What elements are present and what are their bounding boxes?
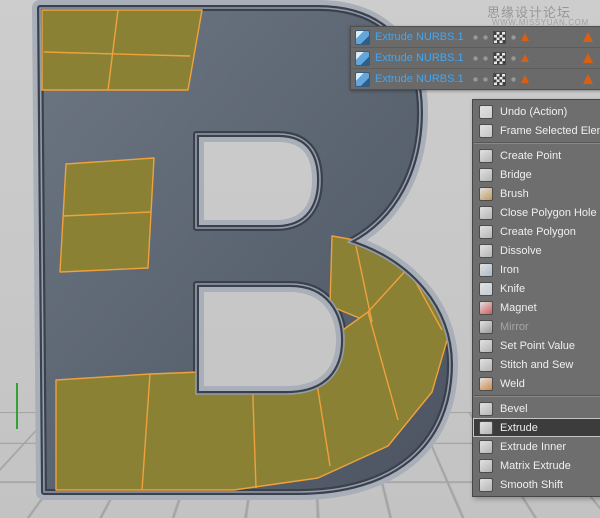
selection-tag-icon[interactable]	[521, 54, 529, 62]
menu-item-set-point-value[interactable]: Set Point Value	[473, 336, 600, 355]
menu-item-magnet[interactable]: Magnet	[473, 298, 600, 317]
extrude-nurbs-icon	[355, 30, 370, 45]
dissolve-icon	[479, 244, 493, 258]
undo-icon	[479, 105, 493, 119]
menu-item-knife[interactable]: Knife	[473, 279, 600, 298]
menu-item-label: Create Point	[500, 150, 561, 162]
close-polygon-hole-icon	[479, 206, 493, 220]
menu-item-label: Iron	[500, 264, 519, 276]
render-visibility-dot[interactable]	[483, 56, 488, 61]
weld-icon	[479, 377, 493, 391]
menu-item-label: Extrude	[500, 422, 538, 434]
menu-item-label: Set Point Value	[500, 340, 575, 352]
stitch-and-sew-icon	[479, 358, 493, 372]
menu-item-label: Mirror	[500, 321, 529, 333]
menu-item-label: Extrude Inner	[500, 441, 566, 453]
menu-item-smooth-shift[interactable]: Smooth Shift	[473, 475, 600, 494]
extrude-icon	[479, 421, 493, 435]
render-visibility-dot[interactable]	[483, 77, 488, 82]
set-point-value-icon	[479, 339, 493, 353]
menu-item-label: Knife	[500, 283, 525, 295]
menu-item-bridge[interactable]: Bridge	[473, 165, 600, 184]
render-visibility-dot[interactable]	[483, 35, 488, 40]
matrix-extrude-icon	[479, 459, 493, 473]
menu-item-weld[interactable]: Weld	[473, 374, 600, 393]
texture-tag-icon[interactable]	[493, 52, 506, 65]
menu-item-label: Bridge	[500, 169, 532, 181]
editor-visibility-dot[interactable]	[473, 35, 478, 40]
menu-item-label: Smooth Shift	[500, 479, 563, 491]
texture-tag-icon[interactable]	[493, 73, 506, 86]
menu-separator	[474, 142, 600, 144]
extrude-nurbs-icon	[355, 72, 370, 87]
object-label[interactable]: Extrude NURBS.1	[375, 73, 467, 85]
menu-item-label: Dissolve	[500, 245, 542, 257]
menu-item-stitch-and-sew[interactable]: Stitch and Sew	[473, 355, 600, 374]
menu-item-matrix-extrude[interactable]: Matrix Extrude	[473, 456, 600, 475]
menu-item-close-polygon-hole[interactable]: Close Polygon Hole	[473, 203, 600, 222]
extrude-inner-icon	[479, 440, 493, 454]
menu-item-label: Brush	[500, 188, 529, 200]
menu-item-label: Magnet	[500, 302, 537, 314]
smooth-shift-icon	[479, 478, 493, 492]
editor-visibility-dot[interactable]	[473, 77, 478, 82]
magnet-icon	[479, 301, 493, 315]
enable-dot[interactable]	[511, 77, 516, 82]
texture-tag-icon[interactable]	[493, 31, 506, 44]
bridge-icon	[479, 168, 493, 182]
iron-icon	[479, 263, 493, 277]
editor-visibility-dot[interactable]	[473, 56, 478, 61]
polygon-selection-tag-icon[interactable]	[583, 32, 593, 42]
menu-item-label: Weld	[500, 378, 525, 390]
object-label[interactable]: Extrude NURBS.1	[375, 52, 467, 64]
menu-item-frame-selected-elements[interactable]: Frame Selected Elements	[473, 121, 600, 140]
create-polygon-icon	[479, 225, 493, 239]
extrude-nurbs-icon	[355, 51, 370, 66]
menu-item-brush[interactable]: Brush	[473, 184, 600, 203]
menu-separator	[474, 395, 600, 397]
object-manager-row[interactable]: Extrude NURBS.1	[351, 27, 600, 48]
menu-item-label: Matrix Extrude	[500, 460, 571, 472]
enable-dot[interactable]	[511, 56, 516, 61]
menu-item-dissolve[interactable]: Dissolve	[473, 241, 600, 260]
brush-icon	[479, 187, 493, 201]
selection-tag-icon[interactable]	[521, 33, 529, 41]
menu-item-extrude[interactable]: Extrude	[473, 418, 600, 437]
context-menu: Undo (Action) Frame Selected Elements Crea…	[472, 99, 600, 497]
object-manager: Extrude NURBS.1 Extrude NURBS.1 Extrude NU…	[350, 26, 600, 90]
viewport: 思缘设计论坛 WWW.MISSYUAN.COM Extrude NURBS.1E…	[0, 0, 600, 518]
polygon-selection-tag-icon[interactable]	[583, 74, 593, 84]
object-manager-row[interactable]: Extrude NURBS.1	[351, 48, 600, 69]
create-point-icon	[479, 149, 493, 163]
object-manager-row[interactable]: Extrude NURBS.1	[351, 69, 600, 89]
menu-item-create-point[interactable]: Create Point	[473, 146, 600, 165]
menu-item-iron[interactable]: Iron	[473, 260, 600, 279]
menu-item-label: Undo (Action)	[500, 106, 567, 118]
menu-item-label: Frame Selected Elements	[500, 125, 600, 137]
selection-tag-icon[interactable]	[521, 75, 529, 83]
mirror-icon	[479, 320, 493, 334]
knife-icon	[479, 282, 493, 296]
menu-item-label: Create Polygon	[500, 226, 576, 238]
menu-item-label: Bevel	[500, 403, 528, 415]
enable-dot[interactable]	[511, 35, 516, 40]
menu-item-label: Stitch and Sew	[500, 359, 573, 371]
bevel-icon	[479, 402, 493, 416]
frame-selected-icon	[479, 124, 493, 138]
menu-item-mirror: Mirror	[473, 317, 600, 336]
menu-item-label: Close Polygon Hole	[500, 207, 597, 219]
menu-item-create-polygon[interactable]: Create Polygon	[473, 222, 600, 241]
menu-item-undo-action[interactable]: Undo (Action)	[473, 102, 600, 121]
menu-item-bevel[interactable]: Bevel	[473, 399, 600, 418]
selected-poly-top[interactable]	[42, 10, 202, 90]
object-label[interactable]: Extrude NURBS.1	[375, 31, 467, 43]
polygon-selection-tag-icon[interactable]	[583, 53, 593, 63]
menu-item-extrude-inner[interactable]: Extrude Inner	[473, 437, 600, 456]
